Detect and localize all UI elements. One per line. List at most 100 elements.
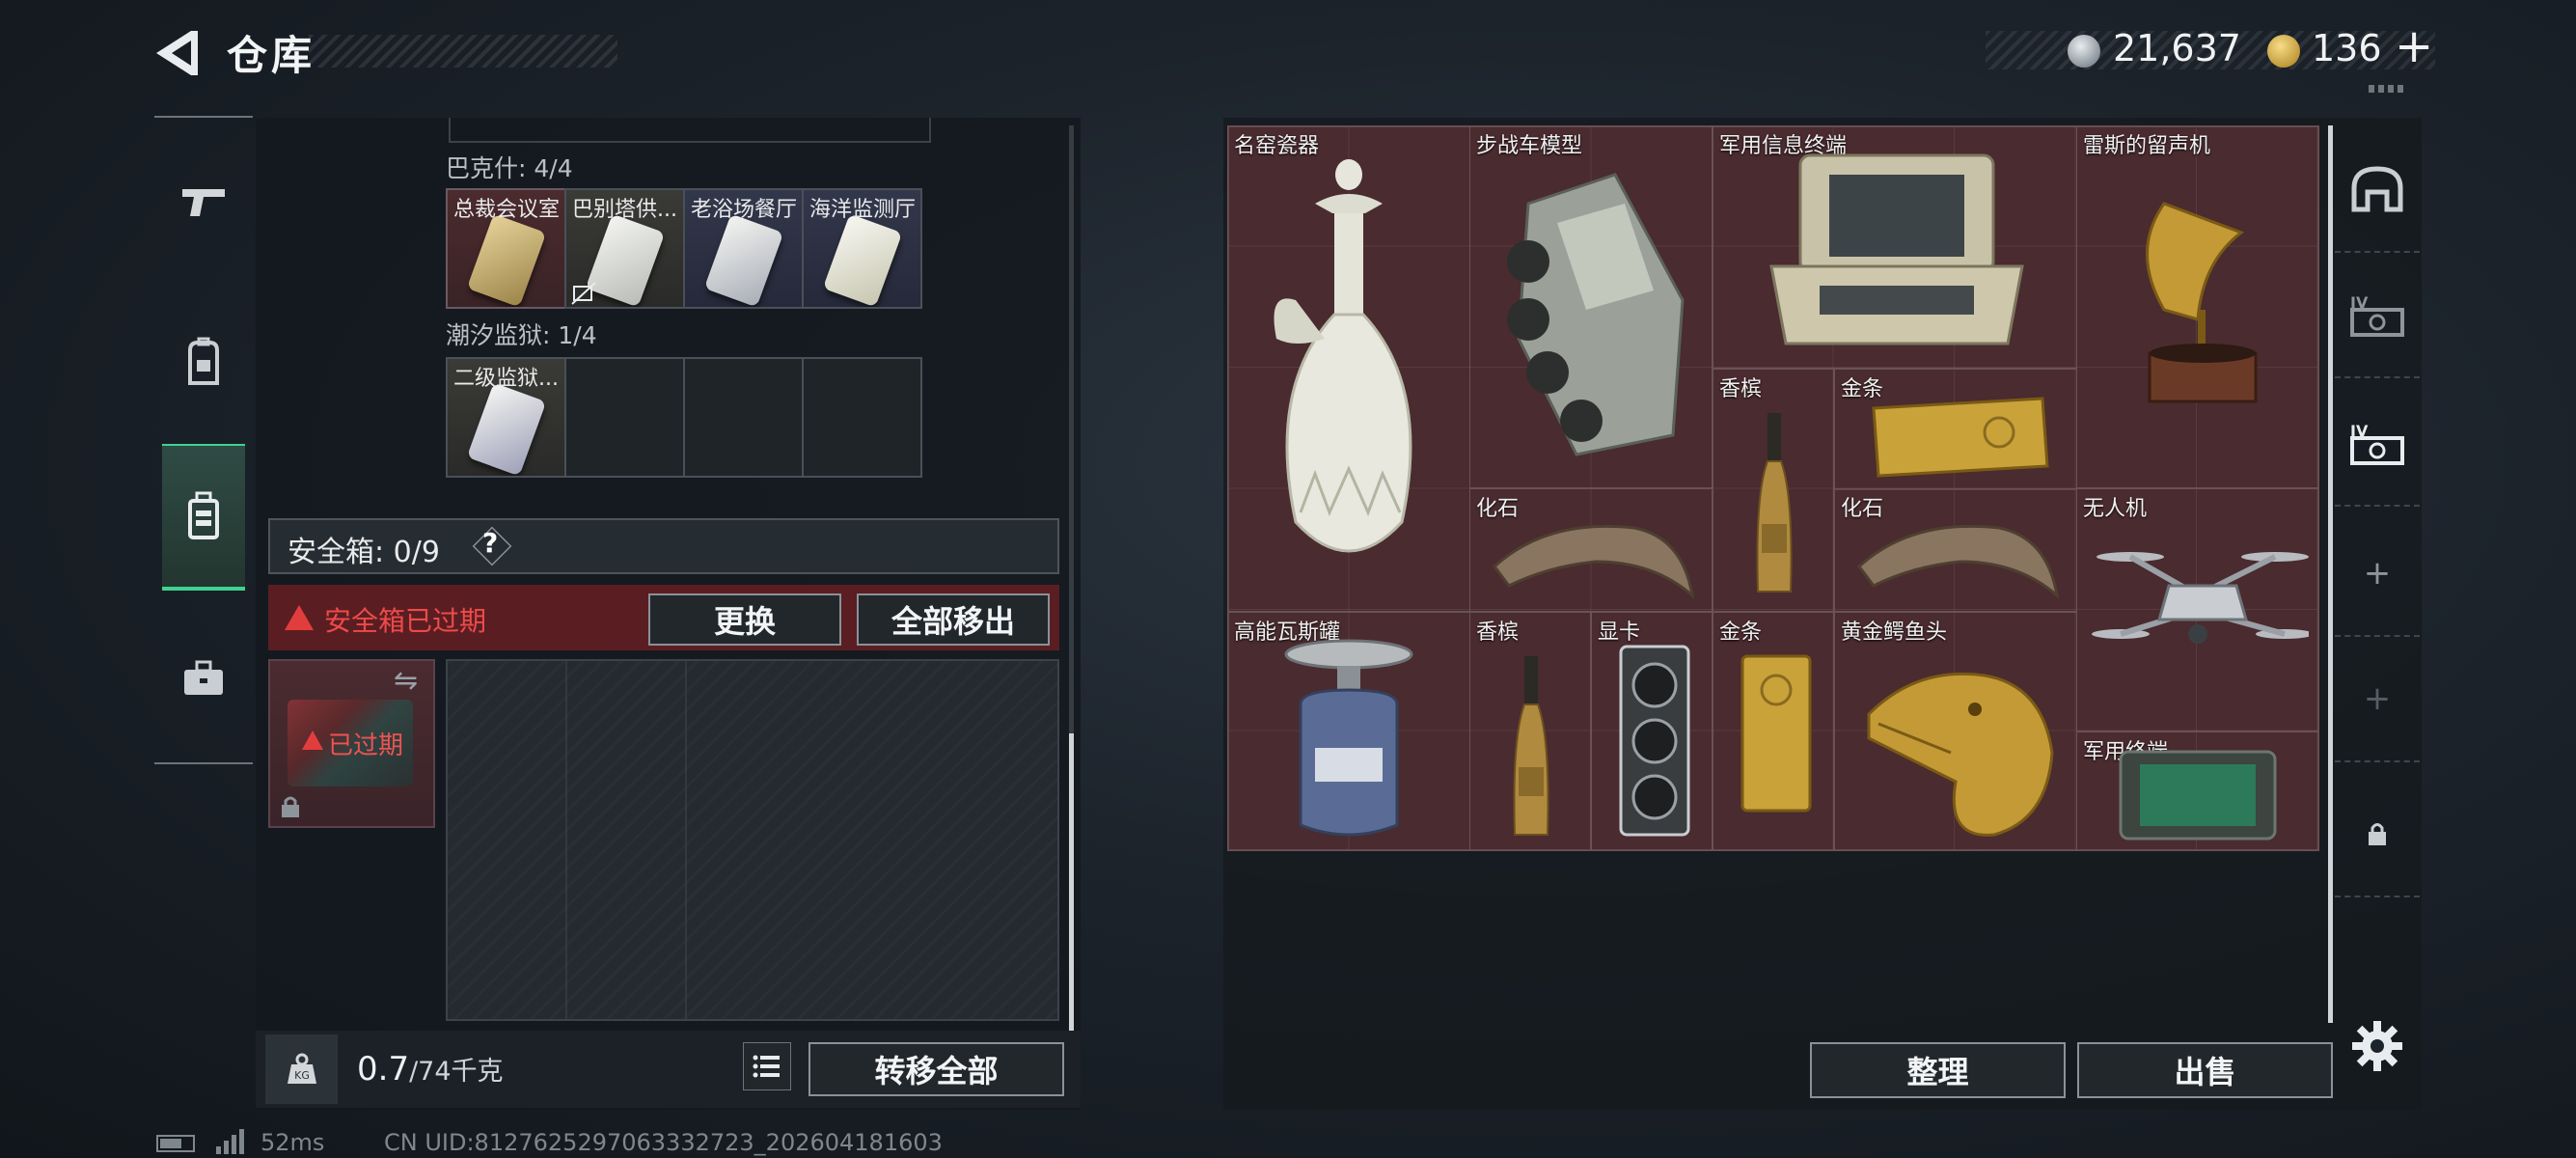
vest-icon: [188, 491, 219, 539]
keycard-slot[interactable]: 总裁会议室: [446, 188, 566, 309]
inventory-item[interactable]: 军用信息终端: [1713, 125, 2077, 369]
inventory-item[interactable]: 步战车模型: [1469, 125, 1713, 488]
ifv-model-icon: [1507, 173, 1685, 456]
lock-icon: [2369, 823, 2386, 845]
rnav-armor-1[interactable]: IV: [2335, 253, 2420, 378]
nav-vest[interactable]: [162, 444, 245, 591]
military-info-terminal-icon: [1769, 153, 2024, 345]
keycard-slot[interactable]: 老浴场餐厅: [683, 188, 804, 309]
page-title: 仓库: [227, 32, 316, 79]
replace-button[interactable]: 更换: [648, 593, 841, 646]
rnav-locked-slot[interactable]: [2335, 772, 2420, 897]
inventory-item[interactable]: 香槟: [1713, 369, 1834, 612]
rnav-add-slot-2[interactable]: +: [2335, 637, 2420, 762]
inventory-item[interactable]: 无人机: [2076, 488, 2319, 731]
keycard-slot[interactable]: 海洋监测厅: [802, 188, 922, 309]
inventory-item[interactable]: 雷斯的留声机: [2076, 125, 2319, 488]
rnav-add-slot-1[interactable]: +: [2335, 511, 2420, 637]
nav-backpack[interactable]: [162, 309, 245, 415]
nav-weapon[interactable]: [162, 150, 245, 256]
help-icon: ?: [482, 527, 499, 559]
fossil-claw-icon: [1856, 524, 2060, 599]
keycard-slot-empty[interactable]: [564, 357, 685, 478]
fossil-claw-icon: [1492, 524, 1695, 599]
add-slot-icon: +: [2363, 679, 2392, 718]
left-scrollbar-thumb[interactable]: [1069, 733, 1074, 1033]
silver-currency-value: 21,637: [2113, 27, 2241, 69]
champagne-icon: [1756, 413, 1793, 593]
ping-value: 52ms: [260, 1129, 325, 1156]
rnav-helmet[interactable]: [2335, 127, 2420, 253]
briefcase-icon: [184, 660, 223, 695]
add-slot-icon: +: [2363, 554, 2392, 593]
rnav-armor-2[interactable]: IV: [2335, 381, 2420, 507]
graphics-card-icon: [1619, 645, 1690, 837]
signal-icon: [216, 1129, 244, 1154]
swap-icon[interactable]: ⇋: [394, 664, 418, 698]
safebox-grid-lines: [446, 659, 1059, 1021]
svg-text:KG: KG: [294, 1069, 310, 1082]
list-view-icon[interactable]: [743, 1042, 791, 1090]
keycard-slot[interactable]: 巴别塔供...: [564, 188, 685, 309]
keycard-row-bakesh: 总裁会议室 巴别塔供... 老浴场餐厅 海洋监测厅: [446, 188, 922, 309]
iv-armor-icon: IV: [2350, 293, 2404, 337]
gold-coin-icon: [2267, 35, 2300, 68]
settings-gear-icon[interactable]: [2352, 1021, 2402, 1071]
safebox-expired-status: 已过期: [328, 731, 404, 760]
golden-crocodile-head-icon: [1867, 672, 2054, 837]
uid-text: CN UID:8127625297063332723_202604181603: [384, 1129, 943, 1156]
inventory-item[interactable]: 高能瓦斯罐: [1227, 612, 1470, 851]
back-arrow-icon[interactable]: [152, 27, 201, 79]
sell-button[interactable]: 出售: [2077, 1042, 2333, 1098]
weight-icon: KG: [265, 1034, 338, 1104]
safebox-capacity: 安全箱: 0/9: [288, 536, 440, 569]
keycard-slot-empty[interactable]: [802, 357, 922, 478]
inventory-item[interactable]: 金条: [1713, 612, 1834, 851]
inventory-item[interactable]: 军用终端: [2076, 731, 2319, 851]
keycard-icon: [585, 213, 666, 307]
right-scrollbar-thumb[interactable]: [2328, 125, 2333, 1023]
battery-icon: [156, 1135, 195, 1152]
weight-max: /74千克: [409, 1057, 504, 1087]
inventory-item[interactable]: 黄金鳄鱼头: [1834, 612, 2077, 851]
inventory-item[interactable]: 名窑瓷器: [1227, 125, 1470, 612]
gold-bar-icon: [1872, 397, 2049, 478]
keycard-icon: [466, 382, 547, 476]
previous-keycard-row: [449, 118, 931, 143]
gramophone-icon: [2146, 202, 2258, 403]
keycard-icon: [703, 213, 784, 307]
sort-button[interactable]: 整理: [1810, 1042, 2066, 1098]
silver-coin-icon: [2068, 35, 2100, 68]
drone-icon: [2092, 552, 2309, 644]
keycard-icon: [822, 213, 903, 307]
military-terminal-icon: [2119, 750, 2277, 841]
helmet-icon: [2351, 166, 2403, 212]
warning-icon: [285, 605, 314, 630]
inventory-item[interactable]: 金条: [1834, 369, 2077, 490]
inventory-item[interactable]: 显卡: [1591, 612, 1713, 851]
keycard-slot-empty[interactable]: [683, 357, 804, 478]
nav-briefcase[interactable]: [162, 625, 245, 731]
champagne-icon: [1513, 656, 1549, 836]
add-currency-button[interactable]: +: [2395, 19, 2433, 73]
inventory-item[interactable]: 化石: [1469, 488, 1713, 612]
keycard-icon: [466, 213, 547, 307]
weight-value: 0.7/74千克: [357, 1050, 504, 1089]
weight-current: 0.7: [357, 1050, 410, 1089]
keycard-group-label: 潮汐监狱: 1/4: [446, 321, 597, 349]
gold-bar-icon: [1740, 654, 1812, 813]
title-stripe: [309, 35, 617, 68]
keycard-group-label: 巴克什: 4/4: [446, 154, 573, 182]
inventory-item[interactable]: 化石: [1834, 488, 2077, 612]
backpack-icon: [188, 337, 219, 385]
dots-decoration: [2369, 85, 2407, 93]
transfer-all-button[interactable]: 转移全部: [808, 1042, 1064, 1096]
porcelain-vase-icon: [1274, 159, 1412, 553]
warning-icon: [302, 731, 323, 750]
gas-canister-icon: [1284, 639, 1413, 837]
keycard-slot[interactable]: 二级监狱...: [446, 357, 566, 478]
iv-armor-icon: IV: [2350, 422, 2404, 465]
move-all-out-button[interactable]: 全部移出: [857, 593, 1050, 646]
safebox-expired-notice: 安全箱已过期: [324, 605, 487, 637]
inventory-item[interactable]: 香槟: [1469, 612, 1591, 851]
